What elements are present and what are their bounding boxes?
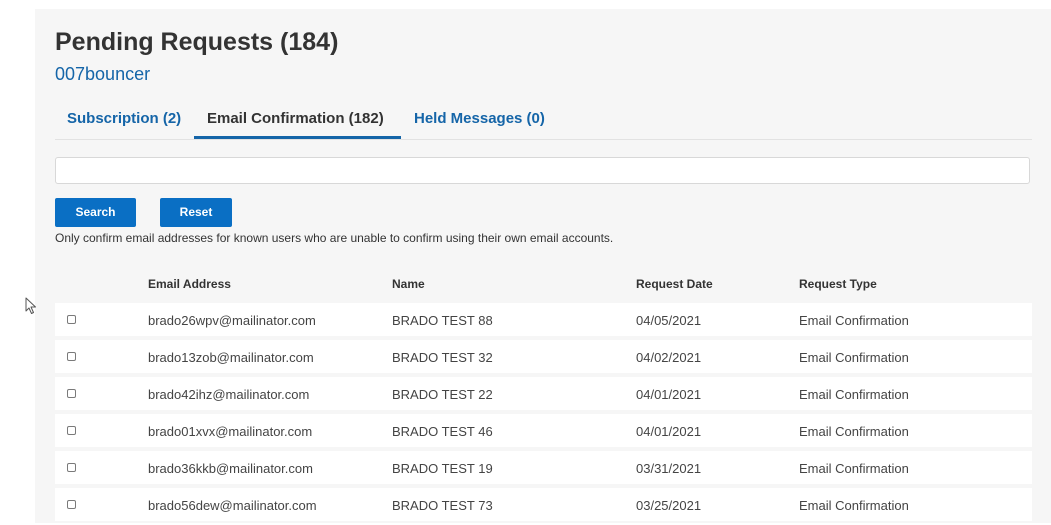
row-request-type: Email Confirmation	[799, 387, 909, 402]
row-name: BRADO TEST 32	[392, 350, 493, 365]
table-row: brado26wpv@mailinator.com BRADO TEST 88 …	[55, 303, 1032, 336]
row-checkbox[interactable]	[67, 315, 76, 324]
column-header-email[interactable]: Email Address	[148, 277, 231, 291]
row-checkbox[interactable]	[67, 500, 76, 509]
row-request-date: 03/31/2021	[636, 461, 702, 476]
row-email: brado13zob@mailinator.com	[148, 350, 314, 365]
tab-email-confirmation[interactable]: Email Confirmation (182)	[207, 110, 384, 127]
row-name: BRADO TEST 19	[392, 461, 493, 476]
tab-held-messages[interactable]: Held Messages (0)	[414, 110, 545, 127]
mouse-pointer-icon	[25, 297, 37, 320]
row-email: brado36kkb@mailinator.com	[148, 461, 313, 476]
row-request-date: 04/01/2021	[636, 387, 702, 402]
row-email: brado26wpv@mailinator.com	[148, 313, 316, 328]
row-name: BRADO TEST 88	[392, 313, 493, 328]
reset-button[interactable]: Reset	[160, 198, 232, 227]
confirmation-note: Only confirm email addresses for known u…	[55, 231, 614, 245]
active-tab-indicator	[194, 136, 401, 139]
row-name: BRADO TEST 22	[392, 387, 493, 402]
table-row: brado01xvx@mailinator.com BRADO TEST 46 …	[55, 414, 1032, 447]
table-row: brado13zob@mailinator.com BRADO TEST 32 …	[55, 340, 1032, 373]
tab-subscription[interactable]: Subscription (2)	[67, 110, 181, 127]
row-checkbox[interactable]	[67, 352, 76, 361]
row-request-date: 04/01/2021	[636, 424, 702, 439]
row-request-type: Email Confirmation	[799, 461, 909, 476]
list-name: 007bouncer	[55, 64, 151, 84]
table-row: brado42ihz@mailinator.com BRADO TEST 22 …	[55, 377, 1032, 410]
search-input[interactable]	[55, 157, 1030, 184]
row-request-type: Email Confirmation	[799, 424, 909, 439]
row-checkbox[interactable]	[67, 426, 76, 435]
row-checkbox[interactable]	[67, 463, 76, 472]
request-table: brado26wpv@mailinator.com BRADO TEST 88 …	[55, 303, 1032, 525]
row-request-date: 04/05/2021	[636, 313, 702, 328]
row-request-date: 04/02/2021	[636, 350, 702, 365]
row-request-date: 03/25/2021	[636, 498, 702, 513]
row-email: brado01xvx@mailinator.com	[148, 424, 313, 439]
row-request-type: Email Confirmation	[799, 313, 909, 328]
table-row: brado36kkb@mailinator.com BRADO TEST 19 …	[55, 451, 1032, 484]
row-request-type: Email Confirmation	[799, 350, 909, 365]
page-title: Pending Requests (184)	[55, 28, 339, 56]
column-header-request-date[interactable]: Request Date	[636, 277, 713, 291]
row-request-type: Email Confirmation	[799, 498, 909, 513]
row-name: BRADO TEST 46	[392, 424, 493, 439]
request-tabs: Subscription (2) Email Confirmation (182…	[55, 106, 1032, 140]
table-row: brado56dew@mailinator.com BRADO TEST 73 …	[55, 488, 1032, 521]
search-button[interactable]: Search	[55, 198, 136, 227]
row-email: brado56dew@mailinator.com	[148, 498, 317, 513]
row-checkbox[interactable]	[67, 389, 76, 398]
column-header-name[interactable]: Name	[392, 277, 425, 291]
row-name: BRADO TEST 73	[392, 498, 493, 513]
row-email: brado42ihz@mailinator.com	[148, 387, 310, 402]
column-header-request-type[interactable]: Request Type	[799, 277, 877, 291]
